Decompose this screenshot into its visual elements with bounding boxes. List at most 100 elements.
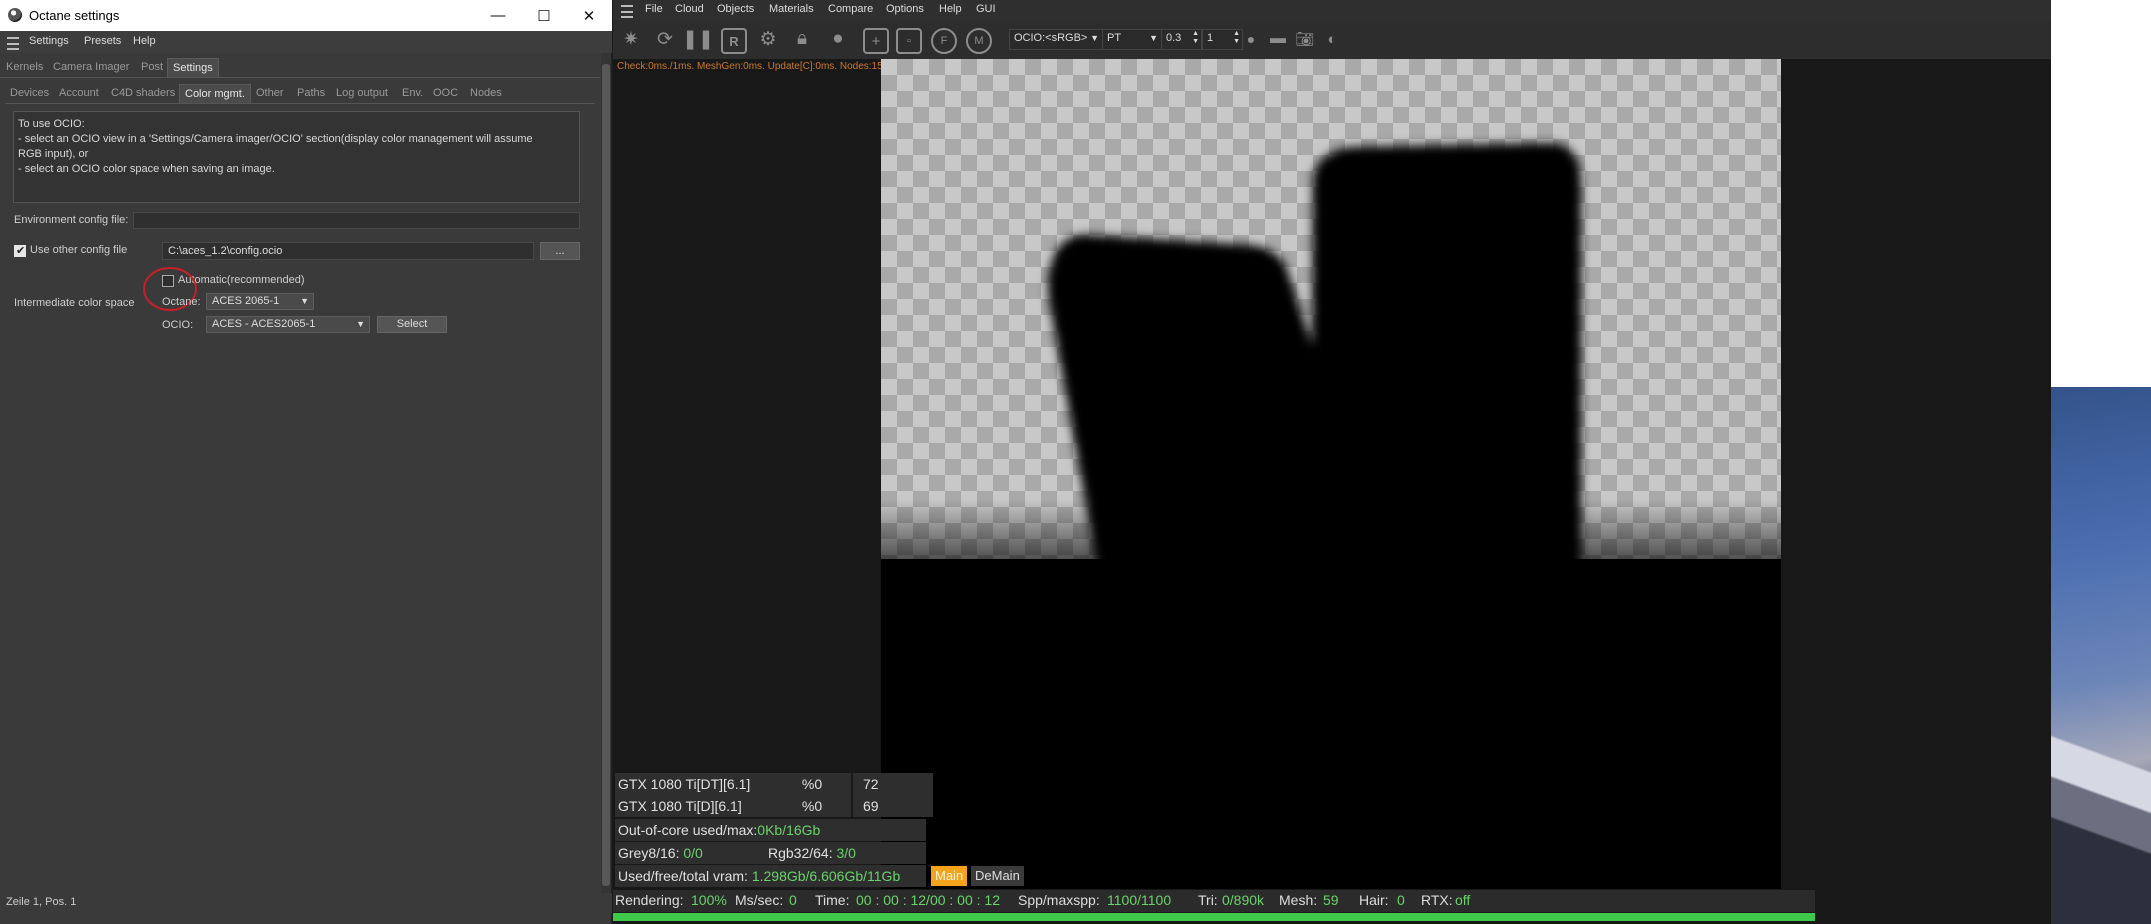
sphere-icon[interactable]: ● [827,28,849,50]
menu-compare[interactable]: Compare [828,3,873,15]
badge-main[interactable]: Main [931,866,968,886]
render-canvas[interactable] [881,59,1781,889]
menu-presets[interactable]: Presets [84,35,121,47]
menu-options[interactable]: Options [886,3,924,15]
config-path-field[interactable]: C:\aces_1.2\config.ocio [162,242,534,260]
value-b-stepper[interactable]: 1 ▲ ▼ [1202,29,1243,50]
tab-nodes[interactable]: Nodes [465,84,507,102]
menu-settings[interactable]: Settings [29,35,69,47]
hamburger-menu-icon[interactable] [7,37,19,50]
lock-icon[interactable]: 🔒︎ [791,28,813,50]
tab-env[interactable]: Env. [397,84,428,102]
spp-label: Spp/maxspp: [1018,892,1100,908]
grey-label: Grey8/16: [618,845,680,861]
rendering-value: 100% [691,892,727,908]
ocio-view-value: OCIO:<sRGB> [1014,32,1088,44]
desktop-background [2051,0,2151,387]
use-other-config-checkbox[interactable] [14,244,26,257]
menu-file[interactable]: File [645,3,663,15]
rendering-label: Rendering: [615,892,684,908]
gpu-usage: %0 [773,795,851,817]
refresh-icon[interactable]: ⟳ [654,28,676,50]
menu-cloud[interactable]: Cloud [675,3,704,15]
settings-scrollbar-thumb[interactable] [602,64,610,886]
m-icon[interactable]: M [966,28,992,54]
render-silhouette [1048,143,1581,699]
main-tabs: Kernels Camera Imager Post Settings [0,58,600,78]
tab-account[interactable]: Account [54,84,104,102]
intermediate-color-space-label: Intermediate color space [14,297,135,309]
settings-gear-icon[interactable]: ⚙ [757,28,779,50]
tab-ooc[interactable]: OOC [428,84,463,102]
mesh-label: Mesh: [1279,892,1318,908]
viewer-menubar: File Cloud Objects Materials Compare Opt… [613,0,2051,20]
browse-config-button[interactable]: ... [540,242,580,260]
value-b: 1 [1207,32,1214,44]
tab-devices[interactable]: Devices [5,84,54,102]
pause-icon[interactable]: ❚❚ [682,28,714,50]
settings-menubar: Settings Presets Help [0,31,612,53]
badge-demain[interactable]: DeMain [971,866,1024,886]
tab-log-output[interactable]: Log output [331,84,393,102]
value-a: 0.3 [1166,32,1182,44]
automatic-label: Automatic(recommended) [178,274,305,286]
f-icon[interactable]: F [931,28,957,54]
add-region-icon[interactable]: + [863,28,889,54]
region-render-icon[interactable]: R [721,28,747,54]
out-of-core-stat: Out-of-core used/max:0Kb/16Gb [615,819,926,841]
chevron-down-icon: ▼ [356,319,365,329]
kernel-value: PT [1107,32,1122,44]
ocio-colorspace-dropdown[interactable]: ACES - ACES2065-1 ▼ [206,316,370,333]
dot-icon[interactable]: ● [1240,28,1262,50]
environment-config-label: Environment config file: [14,214,129,226]
status-line: Zeile 1, Pos. 1 [0,893,612,913]
ms-value: 0 [789,892,797,908]
out-of-core-label: Out-of-core used/max: [618,822,758,838]
rgb-label: Rgb32/64: [768,845,833,861]
gear-spin-icon[interactable]: ✷ [620,28,642,50]
use-other-config-label: Use other config file [30,244,128,256]
menu-materials[interactable]: Materials [769,3,814,15]
tab-color-mgmt[interactable]: Color mgmt. [179,84,251,103]
desktop-wallpaper-mountain [2051,690,2151,924]
focus-picker-icon[interactable]: ▫ [896,28,922,54]
hair-label: Hair: [1359,892,1389,908]
minimize-button[interactable]: — [475,0,521,31]
viewer-hamburger-icon[interactable] [621,5,633,18]
tab-paths[interactable]: Paths [292,84,330,102]
time-label: Time: [815,892,850,908]
octane-colorspace-value: ACES 2065-1 [212,295,280,307]
vram-label: Used/free/total vram: [618,868,748,884]
film-icon[interactable]: ▬ [1267,28,1289,50]
tab-post[interactable]: Post [136,58,168,76]
ocio-view-dropdown[interactable]: OCIO:<sRGB> ▼ [1009,29,1103,50]
time-value: 00 : 00 : 12/00 : 00 : 12 [856,892,1000,908]
ocio-colorspace-value: ACES - ACES2065-1 [212,318,316,330]
tab-c4d-shaders[interactable]: C4D shaders [106,84,180,102]
gpu-usage: %0 [773,773,851,795]
select-ocio-button[interactable]: Select [377,316,447,333]
title-bar[interactable]: Octane settings — ☐ ✕ [0,0,612,31]
tab-camera-imager[interactable]: Camera Imager [48,58,134,76]
environment-config-field[interactable] [133,212,580,229]
gpu-temp: 72 [853,773,933,795]
tri-value: 0/890k [1222,892,1265,908]
menu-help[interactable]: Help [133,35,156,47]
menu-gui[interactable]: GUI [976,3,996,15]
tab-other[interactable]: Other [251,84,289,102]
tab-settings[interactable]: Settings [167,58,219,77]
render-stats-bar: Rendering: 100% Ms/sec: 0 Time: 00 : 00 … [613,890,1815,912]
chevron-down-icon: ▼ [1149,33,1158,43]
ocio-colorspace-label: OCIO: [162,319,194,331]
maximize-button[interactable]: ☐ [521,0,567,31]
value-a-stepper[interactable]: 0.3 ▲ ▼ [1161,29,1202,50]
tab-kernels[interactable]: Kernels [1,58,48,76]
close-button[interactable]: ✕ [566,0,612,31]
octane-colorspace-dropdown[interactable]: ACES 2065-1 ▼ [206,293,314,310]
camera-icon[interactable]: 📷︎ [1294,28,1316,50]
menu-objects[interactable]: Objects [717,3,754,15]
menu-help[interactable]: Help [939,3,962,15]
material-ball-icon[interactable]: ◐ [1321,28,1343,50]
hair-value: 0 [1397,892,1405,908]
kernel-dropdown[interactable]: PT ▼ [1102,29,1162,50]
